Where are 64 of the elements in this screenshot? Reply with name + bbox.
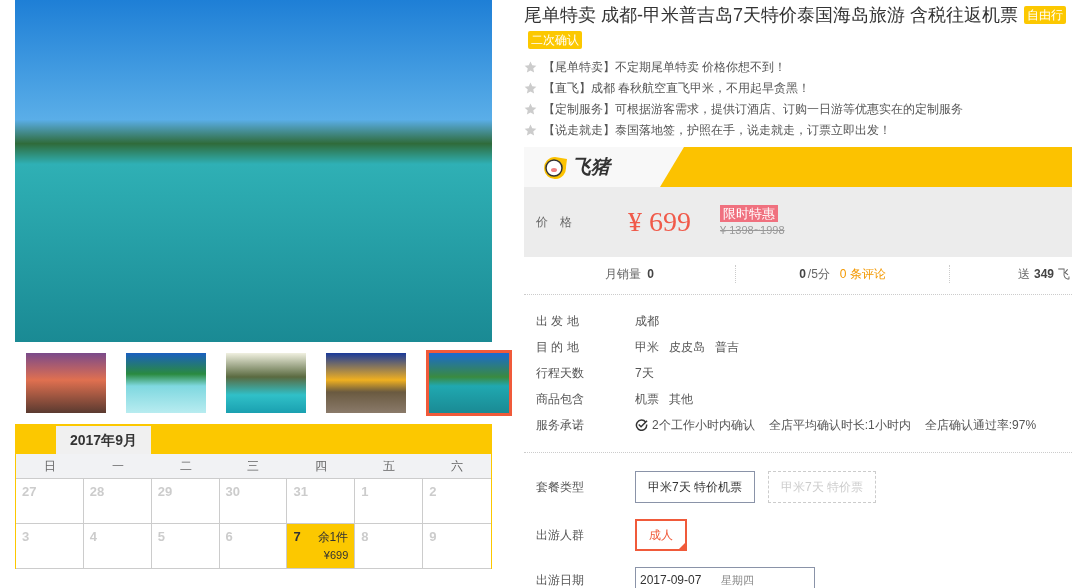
option-label: 出游人群 [536, 527, 585, 544]
detail-label: 商品包含 [536, 390, 585, 408]
detail-value: 7天 [635, 364, 654, 382]
monthly-sales-label: 月销量 [605, 265, 642, 283]
weekday-label: 日 [43, 458, 56, 475]
thumbnail-photo-placeholder[interactable] [126, 353, 206, 413]
weekday-label: 六 [451, 458, 464, 475]
option-label: 套餐类型 [536, 479, 585, 496]
star-icon [524, 81, 537, 95]
weekday-label: 五 [383, 458, 396, 475]
rating-score: 0 [799, 265, 806, 283]
calendar-day[interactable]: 7 余1件 ¥699 [287, 524, 356, 568]
price-label: 价 格 [536, 214, 573, 231]
detail-label: 目 的 地 [536, 338, 580, 356]
highlight-text: 【尾单特卖】不定期尾单特卖 价格你想不到！ [543, 59, 787, 76]
star-icon [524, 60, 537, 74]
day-price: ¥699 [323, 547, 349, 563]
detail-label: 服务承诺 [536, 416, 585, 434]
detail-value: 普吉 [715, 338, 739, 356]
price: ¥ 699 [628, 205, 692, 239]
pig-logo-icon [542, 155, 568, 179]
detail-value: 全店平均确认时长:1小时内 [768, 416, 911, 434]
thumbnail-photo-placeholder[interactable] [26, 353, 106, 413]
original-price: ¥ 1398~1998 [720, 223, 785, 239]
detail-value: 成都 [635, 312, 659, 330]
star-icon [524, 102, 537, 116]
detail-label: 行程天数 [536, 364, 585, 382]
detail-value: 机票 [635, 390, 659, 408]
thumbnail-photo-placeholder[interactable] [326, 353, 406, 413]
selected-corner-icon [677, 541, 687, 551]
highlight-text: 【直飞】成都 春秋航空直飞甲米，不用起早贪黑！ [543, 80, 811, 97]
option-button[interactable]: 甲米7天 特价机票 [635, 471, 755, 503]
rating-suffix: /5分 [807, 265, 830, 283]
detail-value: 全店确认通过率:97% [924, 416, 1037, 434]
detail-value: 甲米 [635, 338, 659, 356]
stock-text: 余1件 [317, 529, 349, 546]
weekday-label: 一 [111, 458, 124, 475]
monthly-sales: 0 [647, 265, 654, 283]
weekday-label: 二 [179, 458, 192, 475]
detail-value: 皮皮岛 [669, 338, 705, 356]
points-suffix: 飞 [1058, 265, 1070, 283]
points: 349 [1033, 265, 1054, 283]
product-title: 尾单特卖 成都-甲米普吉岛7天特价泰国海岛旅游 含税往返机票 [524, 4, 1018, 27]
weekday-label: 三 [247, 458, 260, 475]
promo-badge: 限时特惠 [720, 205, 778, 223]
points-prefix: 送 [1017, 265, 1030, 283]
option-label: 出游日期 [536, 572, 585, 588]
highlight-text: 【定制服务】可根据游客需求，提供订酒店、订购一日游等优惠实在的定制服务 [543, 101, 963, 118]
detail-value: 2个工作小时内确认 [652, 416, 755, 434]
option-button[interactable]: 成人 [635, 519, 687, 551]
date-field[interactable]: 2017-09-07 星期四 [635, 567, 815, 588]
brand-logo-text: 飞猪 [572, 154, 610, 179]
detail-label: 出 发 地 [536, 312, 580, 330]
check-circle-icon [635, 418, 648, 431]
thumbnail-photo-placeholder[interactable] [226, 353, 306, 413]
day-number: 7 [293, 528, 301, 546]
thumbnail-photo-placeholder[interactable] [426, 350, 512, 416]
detail-value: 其他 [669, 390, 693, 408]
tag: 二次确认 [528, 31, 582, 49]
star-icon [524, 123, 537, 137]
month-tab[interactable]: 2017年9月 [56, 426, 151, 454]
highlight-text: 【说走就走】泰国落地签，护照在手，说走就走，订票立即出发！ [543, 122, 891, 139]
tag: 自由行 [1024, 6, 1066, 24]
weekday-label: 四 [315, 458, 328, 475]
